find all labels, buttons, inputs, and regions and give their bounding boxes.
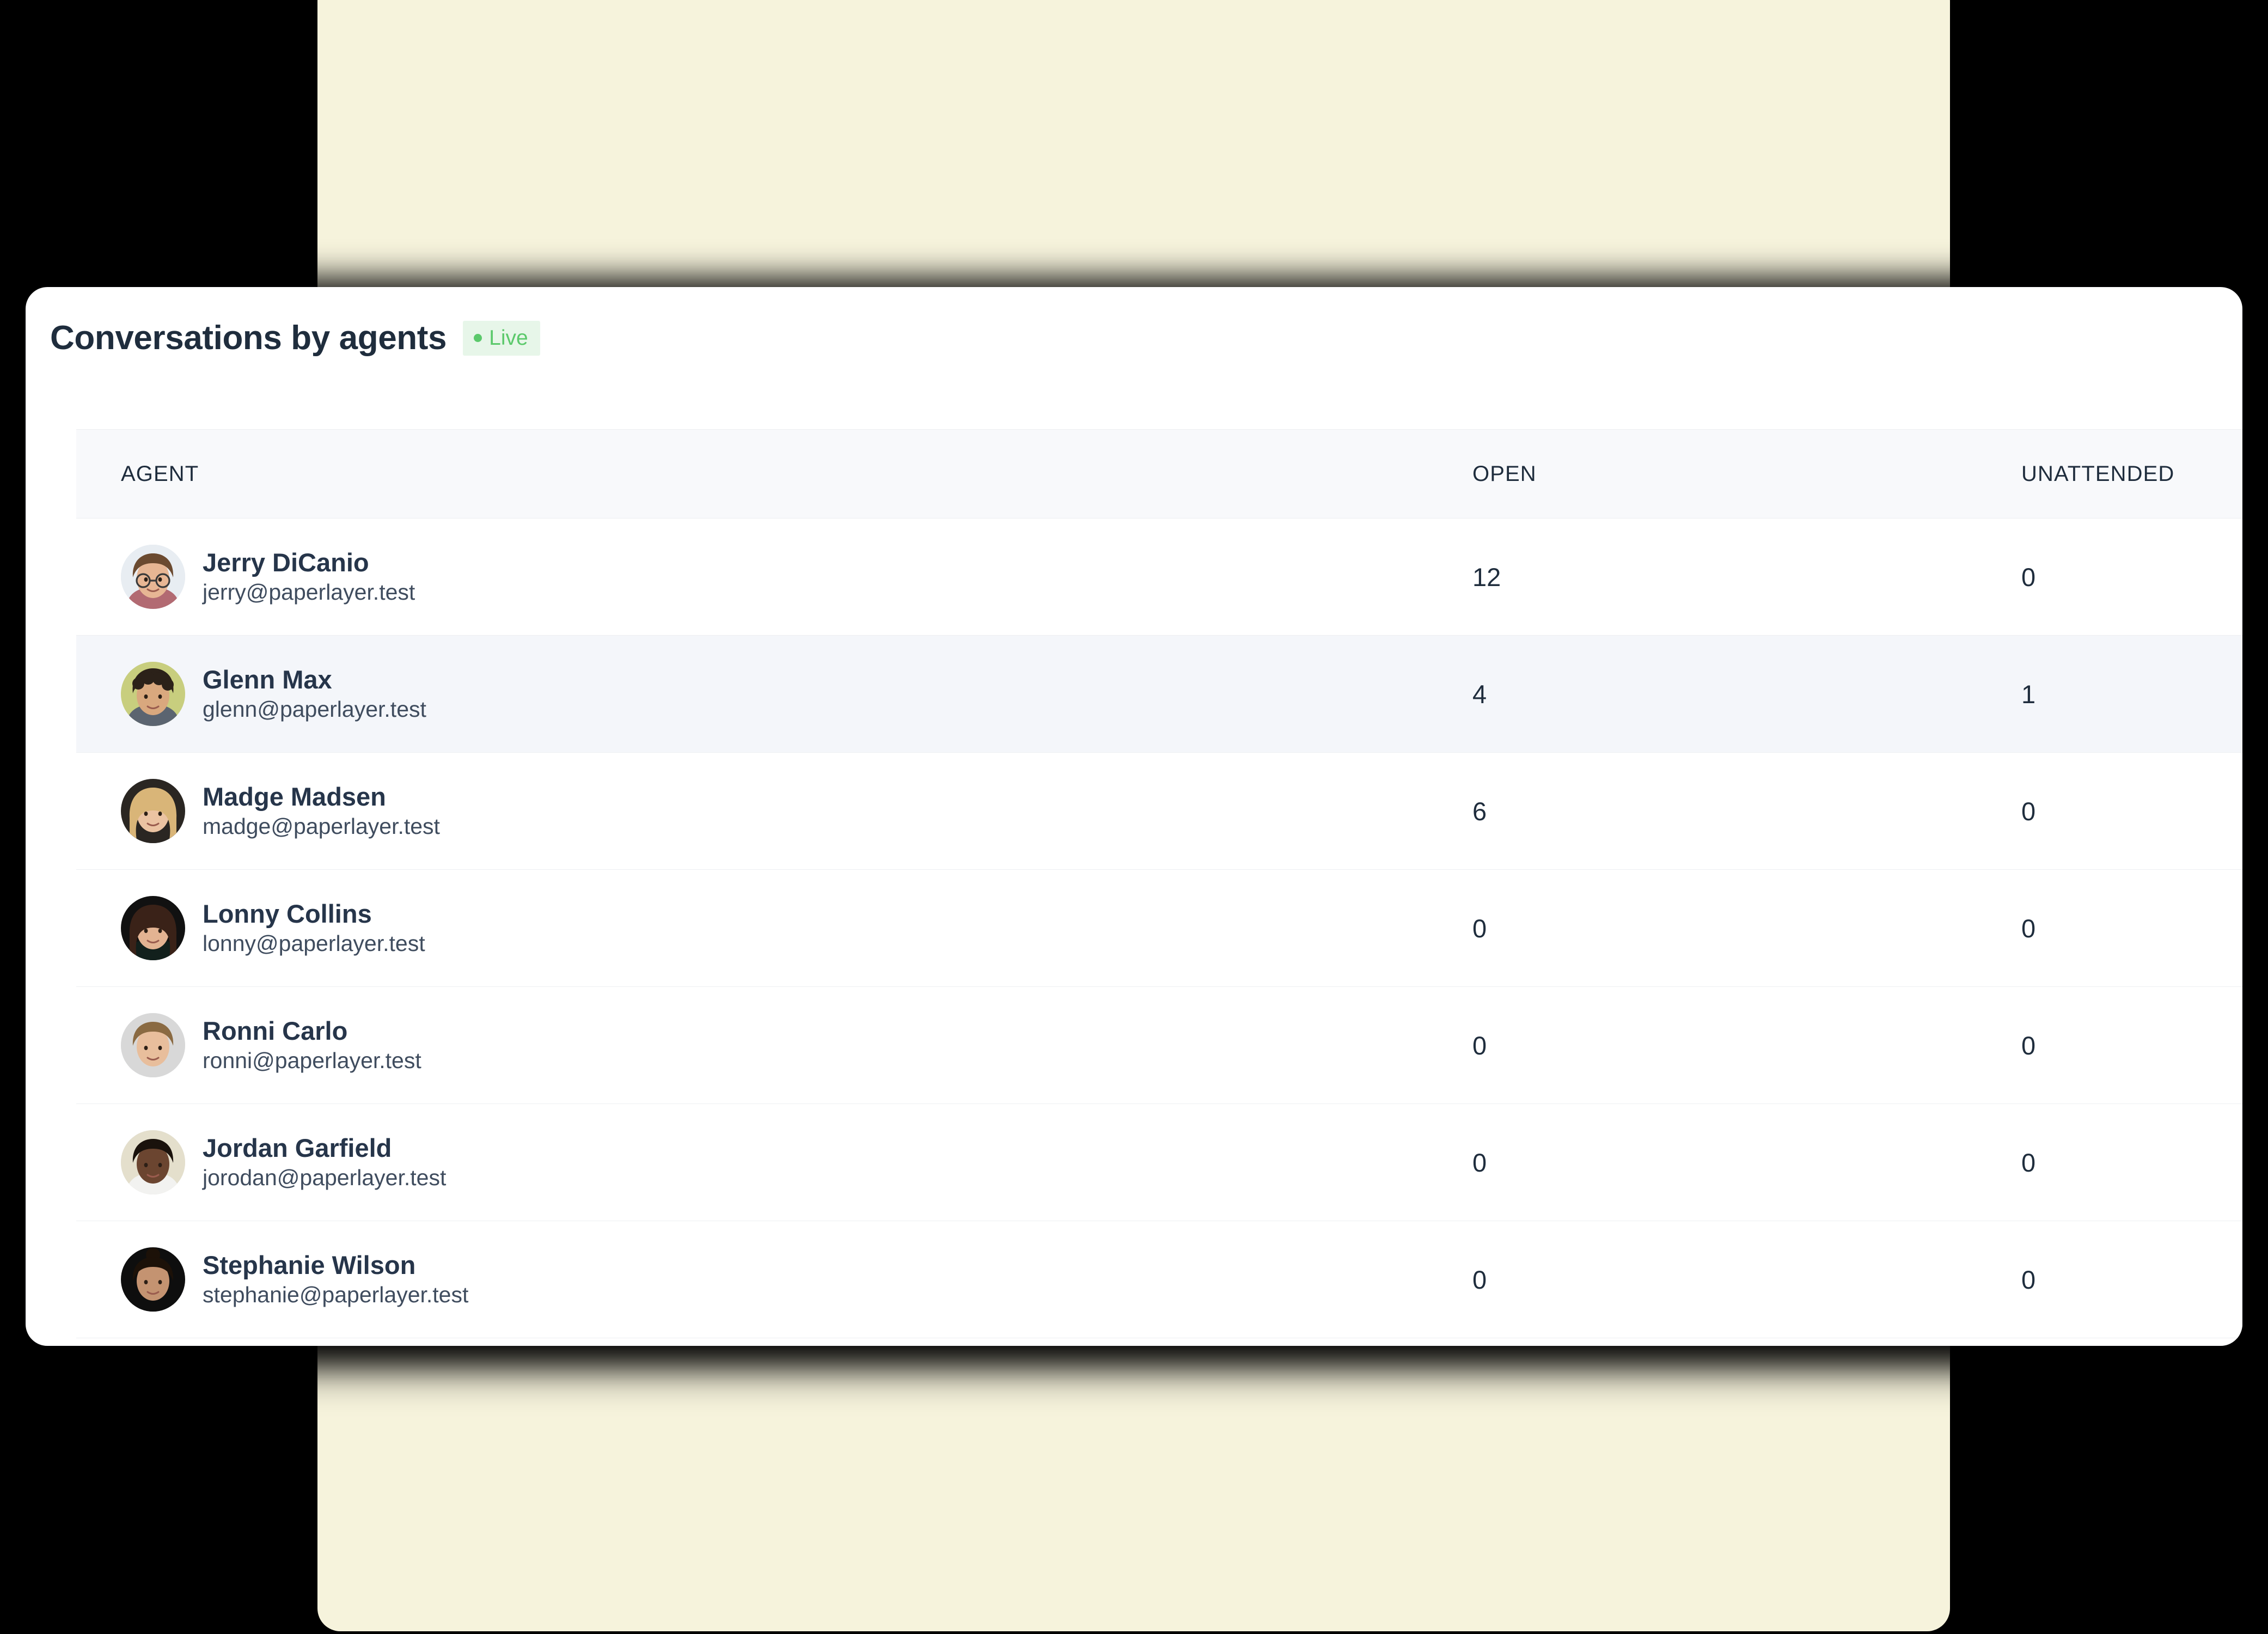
agent-email: glenn@paperlayer.test (203, 697, 426, 722)
column-header-unattended[interactable]: UNATTENDED (2016, 429, 2242, 519)
open-count: 6 (1469, 752, 2016, 870)
open-count: 0 (1469, 1221, 2016, 1338)
agent-email: stephanie@paperlayer.test (203, 1282, 469, 1308)
table-header-row: AGENT OPEN UNATTENDED (76, 429, 2242, 519)
agent-name: Stephanie Wilson (203, 1250, 416, 1279)
agent-name: Lonny Collins (203, 899, 372, 928)
open-count: 0 (1469, 869, 2016, 987)
status-badge: Live (463, 321, 540, 356)
unattended-count: 0 (2016, 518, 2242, 636)
agent-name: Madge Madsen (203, 782, 386, 811)
unattended-count: 0 (2016, 986, 2242, 1104)
open-count: 12 (1469, 518, 2016, 636)
unattended-count: 0 (2016, 869, 2242, 987)
agent-cell: Madge Madsen madge@paperlayer.test (76, 752, 1469, 870)
table-row[interactable]: Madge Madsen madge@paperlayer.test 6 0 (76, 752, 2242, 870)
agent-email: jerry@paperlayer.test (203, 580, 415, 605)
column-header-open[interactable]: OPEN (1469, 429, 2016, 519)
column-header-agent[interactable]: AGENT (76, 429, 1469, 519)
unattended-count: 1 (2016, 635, 2242, 753)
table-row[interactable]: Stephanie Wilson stephanie@paperlayer.te… (76, 1221, 2242, 1338)
unattended-count: 0 (2016, 752, 2242, 870)
open-count: 0 (1469, 1103, 2016, 1221)
agent-email: jorodan@paperlayer.test (203, 1165, 447, 1191)
table-row[interactable]: Glenn Max glenn@paperlayer.test 4 1 (76, 635, 2242, 753)
avatar (121, 662, 185, 726)
unattended-count: 0 (2016, 1221, 2242, 1338)
avatar (121, 896, 185, 960)
screenshot-stage: Conversations by agents Live AGENT OPEN … (0, 0, 2268, 1634)
avatar (121, 1247, 185, 1312)
agent-cell: Glenn Max glenn@paperlayer.test (76, 635, 1469, 753)
table-row[interactable]: Jordan Garfield jorodan@paperlayer.test … (76, 1103, 2242, 1221)
avatar (121, 779, 185, 843)
agent-cell: Ronni Carlo ronni@paperlayer.test (76, 986, 1469, 1104)
open-count: 4 (1469, 635, 2016, 753)
agent-name: Jerry DiCanio (203, 547, 369, 577)
page-title: Conversations by agents (50, 319, 447, 357)
conversations-by-agents-card: Conversations by agents Live AGENT OPEN … (26, 287, 2242, 1346)
agent-name: Jordan Garfield (203, 1133, 392, 1162)
table-body: Jerry DiCanio jerry@paperlayer.test 12 0 (76, 518, 2242, 1338)
avatar (121, 1013, 185, 1077)
table-header: AGENT OPEN UNATTENDED (76, 429, 2242, 519)
card-header: Conversations by agents Live (50, 321, 540, 356)
table-row[interactable]: Jerry DiCanio jerry@paperlayer.test 12 0 (76, 518, 2242, 636)
agent-email: lonny@paperlayer.test (203, 931, 425, 956)
agent-cell: Jerry DiCanio jerry@paperlayer.test (76, 518, 1469, 636)
agent-email: madge@paperlayer.test (203, 814, 440, 839)
agent-email: ronni@paperlayer.test (203, 1048, 421, 1074)
agent-name: Ronni Carlo (203, 1016, 348, 1045)
open-count: 0 (1469, 986, 2016, 1104)
agent-name: Glenn Max (203, 664, 332, 694)
table-row[interactable]: Lonny Collins lonny@paperlayer.test 0 0 (76, 869, 2242, 987)
unattended-count: 0 (2016, 1103, 2242, 1221)
avatar (121, 1130, 185, 1194)
agent-cell: Lonny Collins lonny@paperlayer.test (76, 869, 1469, 987)
table-row[interactable]: Ronni Carlo ronni@paperlayer.test 0 0 (76, 986, 2242, 1104)
agent-cell: Jordan Garfield jorodan@paperlayer.test (76, 1103, 1469, 1221)
agent-cell: Stephanie Wilson stephanie@paperlayer.te… (76, 1221, 1469, 1338)
status-badge-label: Live (489, 326, 528, 350)
avatar (121, 545, 185, 609)
live-dot-icon (474, 334, 482, 342)
agents-table: AGENT OPEN UNATTENDED Jerry DiCanio jerr… (76, 429, 2242, 1338)
